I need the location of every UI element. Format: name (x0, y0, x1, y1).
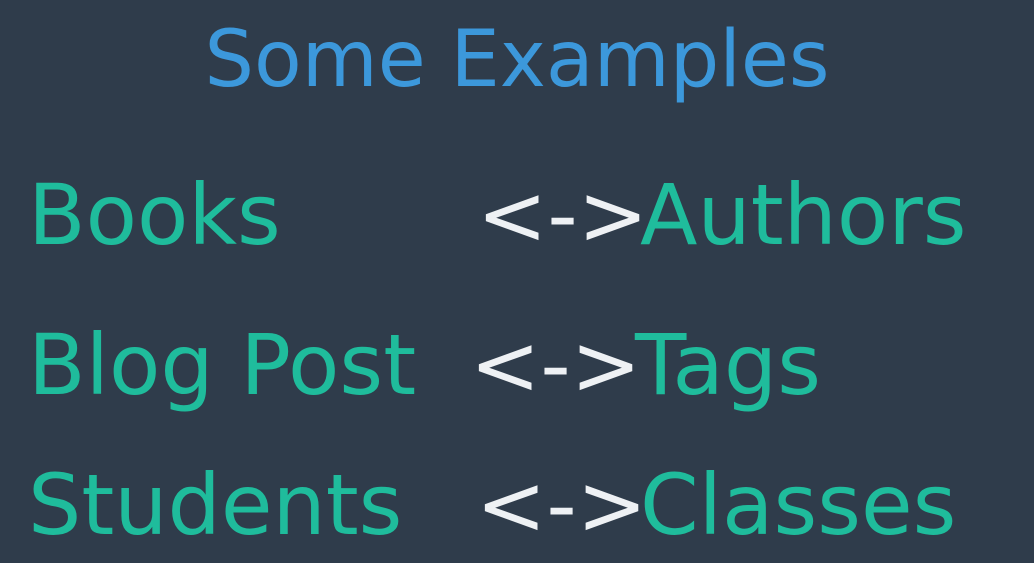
bidirectional-arrow: <-> (476, 456, 648, 554)
bidirectional-arrow: <-> (470, 316, 642, 414)
example-left-term: Blog Post (28, 316, 417, 414)
slide-title: Some Examples (204, 15, 830, 105)
example-row: Books <-> Authors (0, 165, 1034, 265)
example-right-term: Authors (640, 166, 967, 264)
example-row: Students <-> Classes (0, 455, 1034, 555)
example-right-term: Tags (635, 316, 821, 414)
slide: Some Examples Books <-> Authors Blog Pos… (0, 0, 1034, 563)
example-left-term: Books (28, 166, 281, 264)
example-row: Blog Post <-> Tags (0, 315, 1034, 415)
bidirectional-arrow: <-> (477, 166, 649, 264)
example-left-term: Students (28, 456, 403, 554)
example-right-term: Classes (640, 456, 957, 554)
